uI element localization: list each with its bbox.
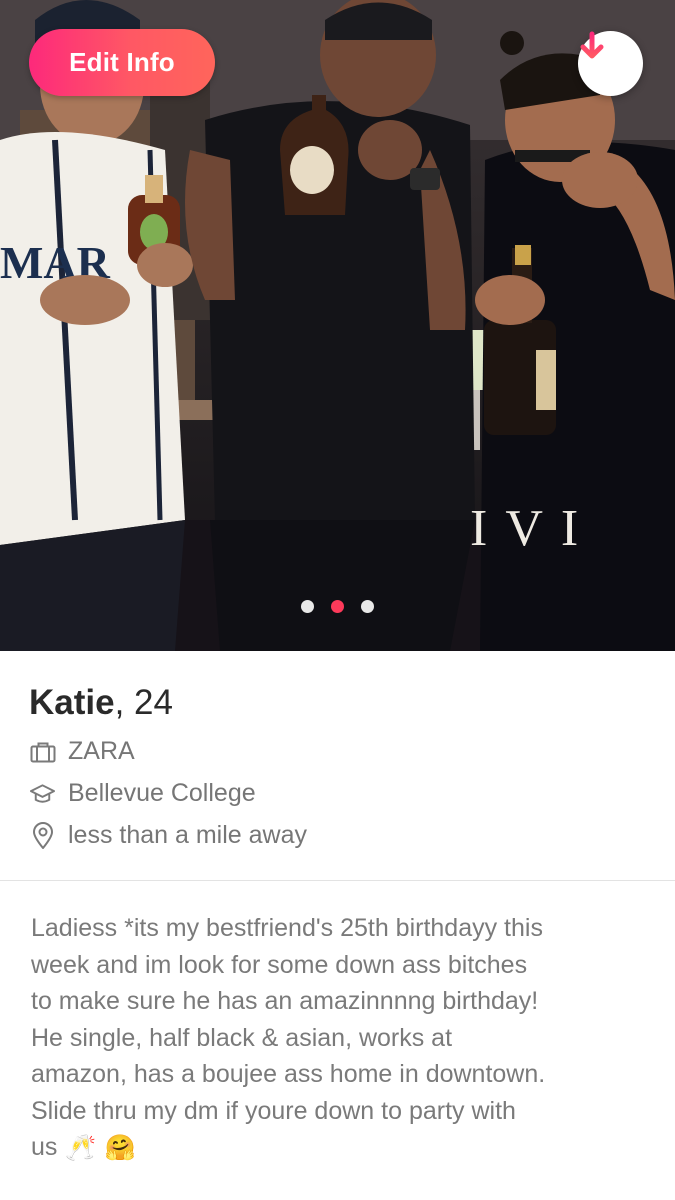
photo-scene: MAR IVI [0, 0, 675, 651]
edit-info-button[interactable]: Edit Info [29, 29, 215, 96]
bio-text: Ladiess *its my bestfriend's 25th birthd… [31, 914, 546, 1161]
job-row: ZARA [29, 737, 135, 766]
collapse-profile-button[interactable] [578, 31, 643, 96]
pagination-dot[interactable] [361, 600, 374, 613]
graduation-cap-icon [29, 780, 56, 807]
bio: Ladiess *its my bestfriend's 25th birthd… [31, 910, 661, 1167]
pagination-dot-active[interactable] [331, 600, 344, 613]
school-row: Bellevue College [29, 779, 256, 808]
distance-row: less than a mile away [29, 821, 307, 850]
photo-pagination [0, 600, 675, 613]
profile-age: , 24 [114, 683, 173, 722]
briefcase-icon [29, 738, 56, 765]
school-text: Bellevue College [68, 779, 256, 807]
hugging-emoji: 🤗 [104, 1134, 136, 1163]
pagination-dot[interactable] [301, 600, 314, 613]
section-divider [0, 880, 675, 881]
location-pin-icon [29, 821, 56, 849]
name-age: Katie, 24 [29, 683, 173, 723]
profile-info: Katie, 24 ZARA Bellevue College less tha… [0, 651, 675, 881]
profile-name: Katie [29, 683, 115, 722]
shirt-text: IVI [470, 500, 596, 557]
bio-emojis: 🥂 🤗 [65, 1130, 135, 1167]
profile-photo[interactable]: MAR IVI Edit Info [0, 0, 675, 651]
champagne-emoji: 🥂 [65, 1134, 97, 1163]
distance-text: less than a mile away [68, 821, 308, 849]
job-text: ZARA [68, 737, 135, 765]
arrow-down-icon [580, 31, 604, 59]
